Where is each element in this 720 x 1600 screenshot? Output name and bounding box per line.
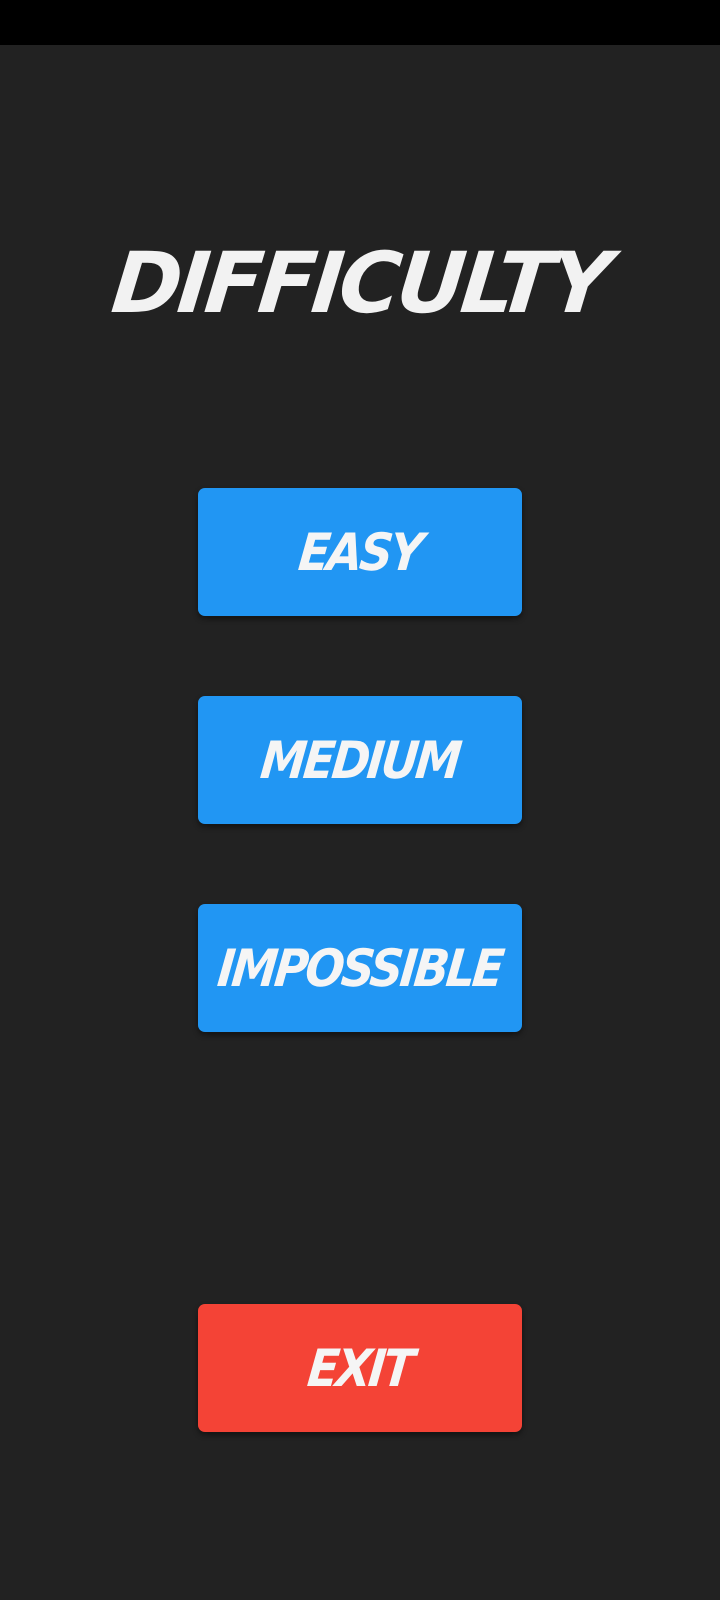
- impossible-button-label: IMPOSSIBLE: [215, 937, 505, 999]
- page-title: DIFFICULTY: [107, 234, 613, 332]
- status-bar: [0, 0, 720, 45]
- exit-button[interactable]: EXIT: [198, 1304, 522, 1432]
- easy-button-label: EASY: [296, 521, 424, 583]
- medium-button[interactable]: MEDIUM: [198, 696, 522, 824]
- exit-button-label: EXIT: [305, 1337, 415, 1399]
- easy-button[interactable]: EASY: [198, 488, 522, 616]
- impossible-button[interactable]: IMPOSSIBLE: [198, 904, 522, 1032]
- medium-button-label: MEDIUM: [258, 729, 462, 791]
